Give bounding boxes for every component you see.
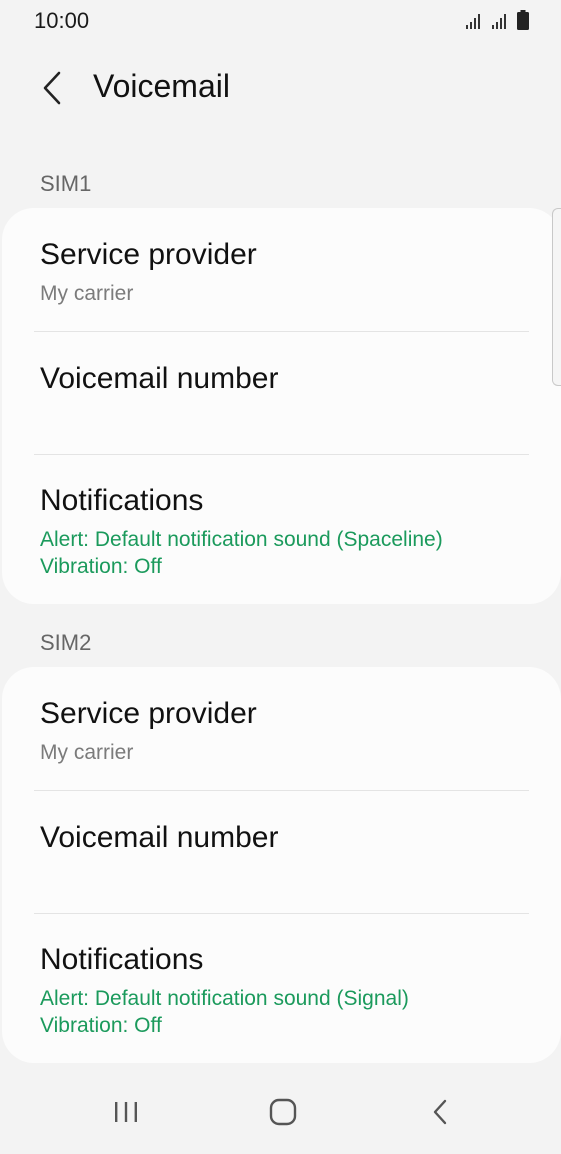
back-icon <box>433 1099 447 1125</box>
home-icon <box>269 1098 297 1126</box>
service-provider-title: Service provider <box>40 697 257 730</box>
voicemail-number-title: Voicemail number <box>40 362 279 395</box>
notifications-vibration: Vibration: Off <box>40 555 162 578</box>
battery-icon <box>517 10 529 30</box>
notifications-alert: Alert: Default notification sound (Signa… <box>40 987 409 1010</box>
sim2-notifications-item[interactable]: Notifications Alert: Default notificatio… <box>2 914 561 1063</box>
recent-apps-button[interactable] <box>96 1084 156 1140</box>
sim2-service-provider-item[interactable]: Service provider My carrier <box>2 667 561 790</box>
sim1-service-provider-item[interactable]: Service provider My carrier <box>2 208 561 331</box>
voicemail-settings-screen: 10:00 Voicemail SIM1 Service provider My… <box>0 0 561 1154</box>
nav-back-button[interactable] <box>410 1084 470 1140</box>
signal-sim2-icon <box>492 14 506 29</box>
sim1-voicemail-number-item[interactable]: Voicemail number <box>2 332 561 454</box>
status-time: 10:00 <box>34 8 90 33</box>
status-bar: 10:00 <box>0 0 561 42</box>
sim2-voicemail-number-item[interactable]: Voicemail number <box>2 791 561 913</box>
notifications-title: Notifications <box>40 484 204 517</box>
signal-sim1-icon <box>466 14 480 29</box>
notifications-title: Notifications <box>40 943 204 976</box>
app-header: Voicemail <box>0 60 561 116</box>
sim1-card: Service provider My carrier Voicemail nu… <box>2 208 561 604</box>
section-label-sim1: SIM1 <box>40 171 92 196</box>
service-provider-title: Service provider <box>40 238 257 271</box>
recent-apps-icon <box>115 1102 137 1122</box>
service-provider-value: My carrier <box>40 282 134 305</box>
navigation-bar <box>0 1070 561 1154</box>
notifications-vibration: Vibration: Off <box>40 1014 162 1037</box>
scrollbar[interactable] <box>552 208 561 386</box>
sim2-card: Service provider My carrier Voicemail nu… <box>2 667 561 1063</box>
home-button[interactable] <box>253 1084 313 1140</box>
status-icons <box>465 10 529 30</box>
back-button[interactable] <box>30 66 74 110</box>
page-title: Voicemail <box>93 68 230 104</box>
voicemail-number-title: Voicemail number <box>40 821 279 854</box>
sim1-notifications-item[interactable]: Notifications Alert: Default notificatio… <box>2 455 561 604</box>
section-label-sim2: SIM2 <box>40 630 92 655</box>
service-provider-value: My carrier <box>40 741 134 764</box>
notifications-alert: Alert: Default notification sound (Space… <box>40 528 443 551</box>
back-arrow-icon <box>43 71 61 105</box>
